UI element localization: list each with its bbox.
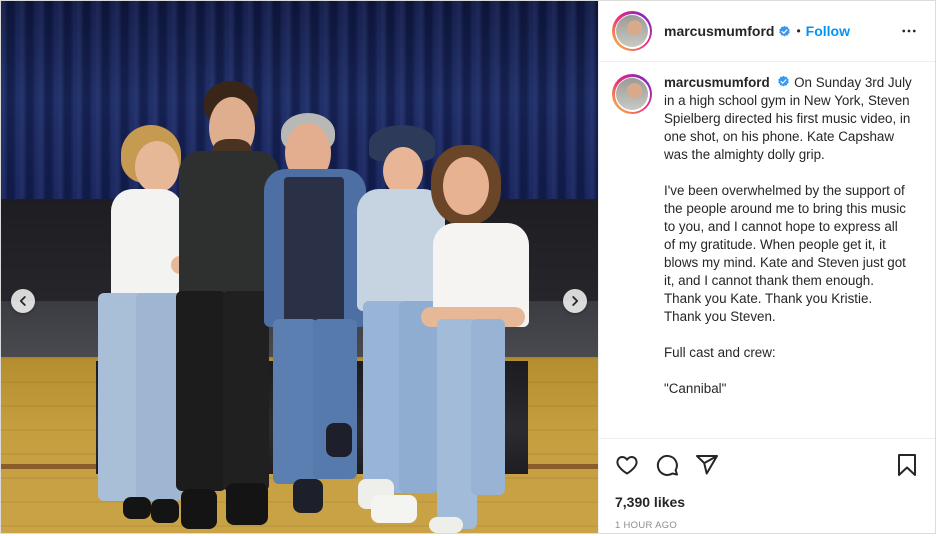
avatar[interactable] [612,11,652,51]
previous-image-button[interactable] [11,289,35,313]
action-bar: 7,390 likes 1 HOUR AGO [599,438,935,533]
caption-avatar[interactable] [612,74,652,114]
likes-count[interactable]: 7,390 likes [615,494,685,510]
share-icon[interactable] [695,453,719,482]
avatar-image [616,78,648,110]
verified-badge-icon [778,25,791,38]
post-header: marcusmumford • Follow [599,1,935,62]
chevron-left-icon [19,296,26,306]
caption-text: marcusmumford On Sunday 3rd July in a hi… [664,74,912,398]
comment-icon[interactable] [655,453,679,482]
avatar-image [616,15,648,47]
next-image-button[interactable] [563,289,587,313]
verified-badge-icon [777,75,790,88]
more-options-icon[interactable] [900,22,918,45]
caption-area: marcusmumford On Sunday 3rd July in a hi… [599,62,935,437]
post-side-panel: marcusmumford • Follow marcusmumford On … [598,1,935,533]
caption-body: On Sunday 3rd July in a high school gym … [664,75,912,396]
header-username[interactable]: marcusmumford [664,23,774,39]
bookmark-icon[interactable] [896,453,918,482]
heart-icon[interactable] [615,453,639,482]
separator-dot: • [796,24,801,38]
post-timestamp[interactable]: 1 HOUR AGO [615,520,677,531]
post-photo[interactable] [1,1,598,533]
caption-row: marcusmumford On Sunday 3rd July in a hi… [599,62,935,398]
chevron-right-icon [572,296,579,306]
post-modal: marcusmumford • Follow marcusmumford On … [0,0,936,534]
caption-username[interactable]: marcusmumford [664,75,770,90]
follow-button[interactable]: Follow [806,23,850,39]
